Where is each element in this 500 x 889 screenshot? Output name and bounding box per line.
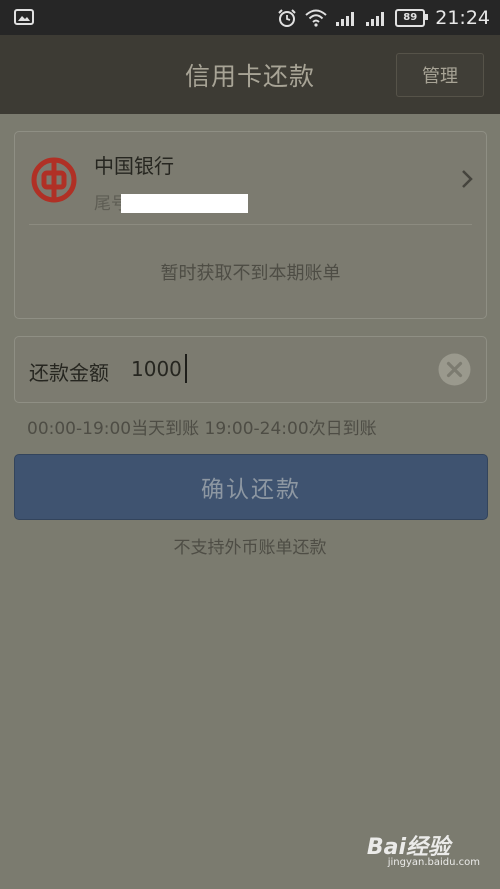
photo-icon [14,9,34,25]
signal-icon [336,11,355,26]
bank-card[interactable]: 中国银行 尾号7894 补卫修 暂时获取不到本期账单 [14,131,487,319]
arrival-time-hint: 00:00-19:00当天到账 19:00-24:00次日到账 [27,419,377,439]
amount-value[interactable]: 1000 [131,357,182,381]
redaction-block [121,194,248,213]
signal-icon [366,11,385,26]
battery-level: 89 [403,12,418,23]
wifi-icon [305,9,327,27]
clock: 21:24 [435,6,490,29]
bank-name: 中国银行 [94,154,174,178]
text-cursor [185,354,187,383]
clear-icon[interactable] [438,353,471,386]
watermark-url: jingyan.baidu.com [387,857,480,868]
bill-status-message: 暂时获取不到本期账单 [160,263,341,284]
manage-button[interactable]: 管理 [396,53,484,97]
battery-icon: 89 [395,8,429,27]
alarm-icon [278,8,296,27]
bank-of-china-logo-icon [31,157,77,203]
amount-label: 还款金额 [29,361,109,385]
divider [29,224,472,225]
status-bar: 89 21:24 [0,0,500,35]
confirm-repayment-button[interactable]: 确认还款 [14,454,488,520]
amount-input[interactable]: 还款金额 1000 [14,336,487,403]
baidu-watermark: Bai经验 jingyan.baidu.com [360,829,480,875]
foreign-currency-note: 不支持外币账单还款 [173,538,327,558]
chevron-right-icon[interactable] [460,168,474,190]
title-bar: 信用卡还款 管理 [0,35,500,114]
